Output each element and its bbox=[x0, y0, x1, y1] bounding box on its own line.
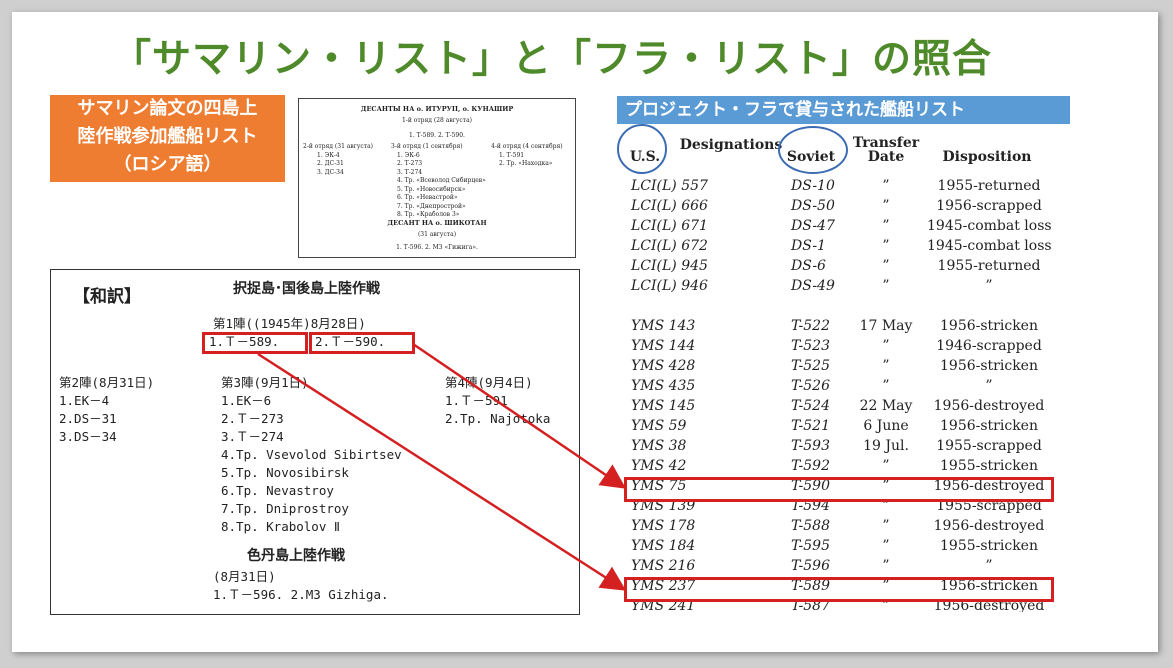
connector-arrows bbox=[257, 342, 627, 591]
arrow-t590-to-yms75 bbox=[412, 342, 627, 489]
arrow-t589-to-yms237 bbox=[257, 352, 627, 591]
